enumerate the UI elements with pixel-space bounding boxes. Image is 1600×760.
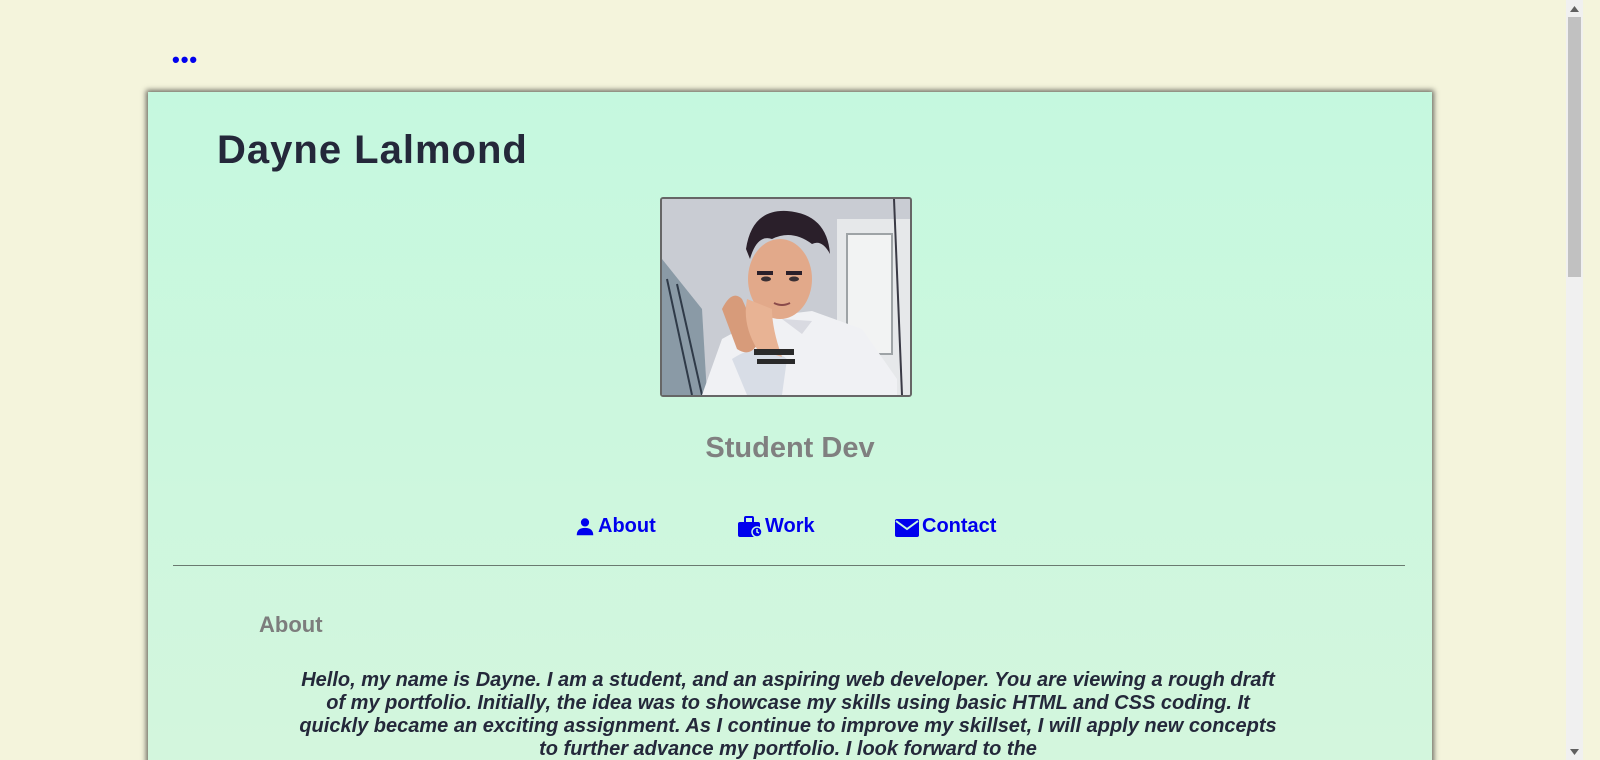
nav-link-work[interactable]: Work bbox=[737, 515, 815, 538]
nav-link-label: Contact bbox=[922, 515, 997, 537]
divider bbox=[173, 565, 1405, 566]
briefcase-icon bbox=[737, 516, 765, 538]
page-title: Dayne Lalmond bbox=[217, 128, 528, 172]
page: ••• Dayne Lalmond Student Dev About Work… bbox=[0, 0, 1583, 760]
vertical-scrollbar[interactable] bbox=[1566, 0, 1583, 760]
nav-link-label: About bbox=[598, 515, 656, 537]
nav-link-contact[interactable]: Contact bbox=[894, 515, 996, 538]
about-paragraph: Hello, my name is Dayne. I am a student,… bbox=[299, 669, 1277, 760]
person-icon bbox=[574, 516, 598, 538]
section-heading-about: About bbox=[259, 612, 323, 637]
mail-icon bbox=[894, 518, 922, 538]
portfolio-card: Dayne Lalmond Student Dev About Work Con… bbox=[148, 92, 1432, 760]
scrollbar-thumb[interactable] bbox=[1568, 17, 1581, 277]
profile-photo bbox=[660, 197, 912, 397]
profile-photo-illustration bbox=[662, 199, 910, 395]
main-nav: About Work Contact bbox=[148, 515, 1432, 545]
nav-link-about[interactable]: About bbox=[574, 515, 656, 538]
scroll-down-arrow-icon[interactable] bbox=[1566, 743, 1583, 760]
subtitle: Student Dev bbox=[705, 432, 875, 464]
scroll-up-arrow-icon[interactable] bbox=[1566, 0, 1583, 17]
menu-button[interactable]: ••• bbox=[172, 49, 198, 71]
nav-link-label: Work bbox=[765, 515, 815, 537]
